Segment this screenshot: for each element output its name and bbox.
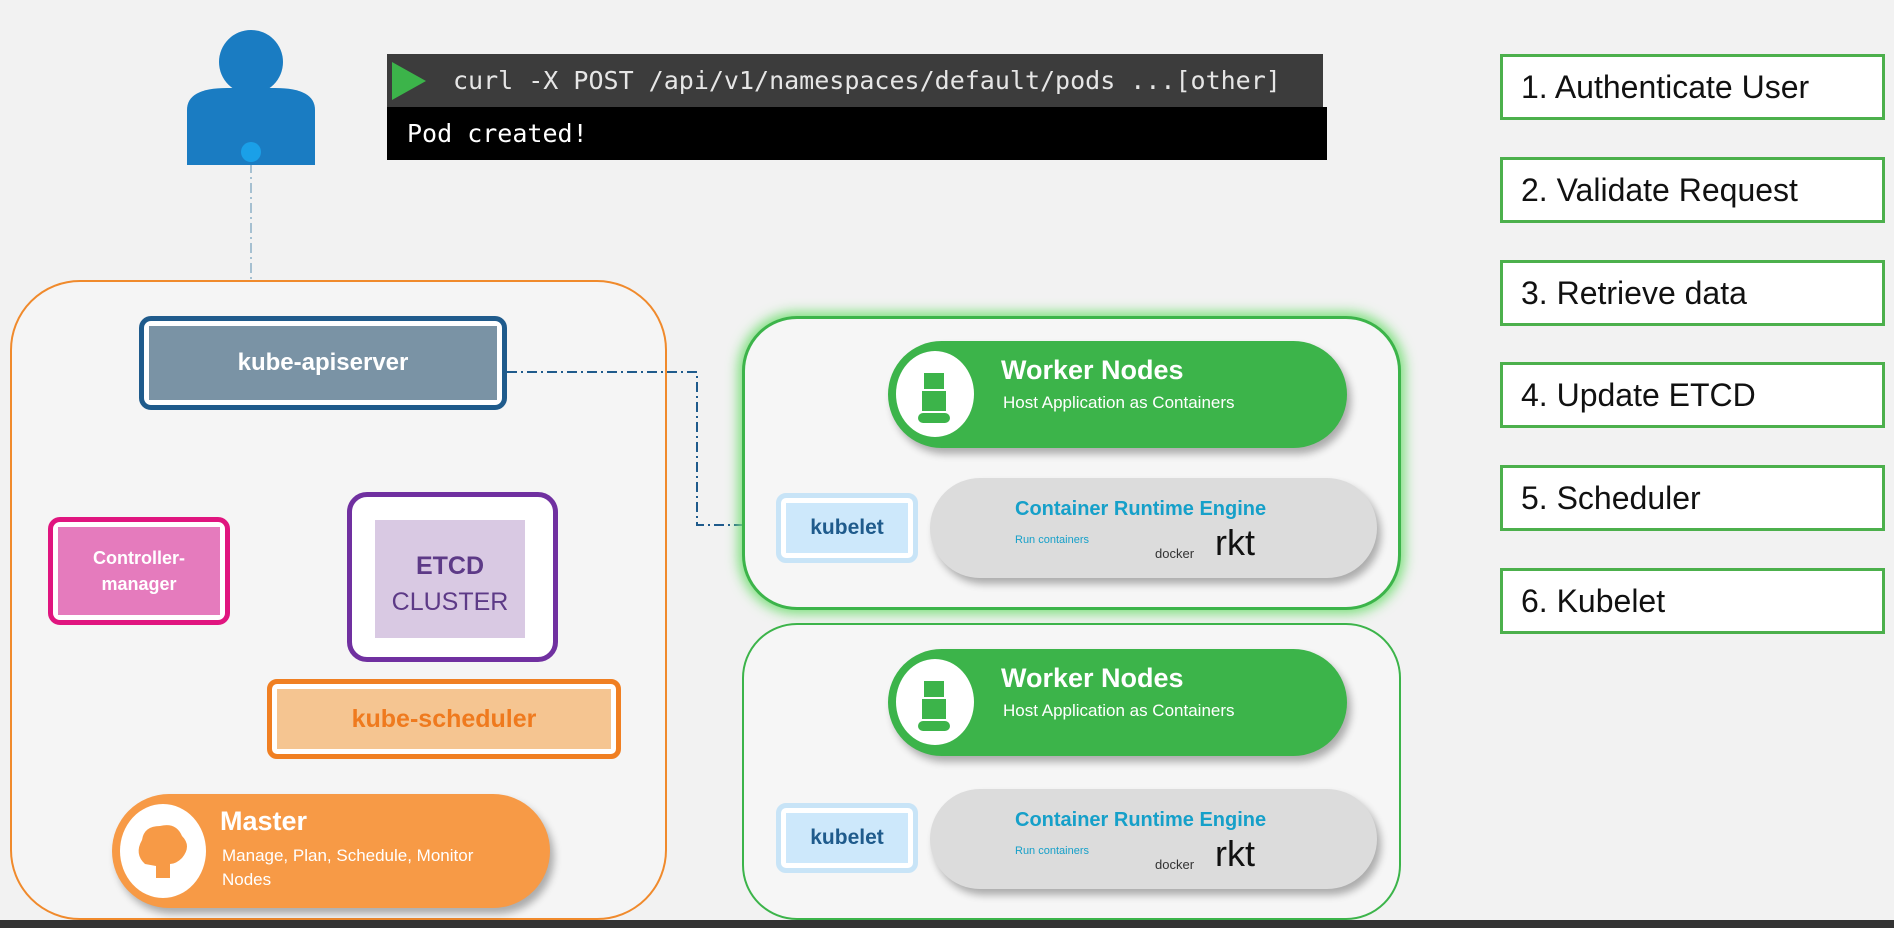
cre-title: Container Runtime Engine [1015, 809, 1267, 831]
controller-manager-label: Controller-manager [58, 527, 220, 615]
kube-apiserver-label: kube-apiserver [149, 326, 497, 400]
rkt-logo: rkt [1215, 522, 1255, 563]
kubelet-label: kubelet [786, 503, 908, 553]
kubelet-label: kubelet [786, 813, 908, 863]
master-subtitle: Manage, Plan, Schedule, Monitor Nodes [222, 846, 474, 889]
worker-title: Worker Nodes [1001, 663, 1184, 693]
cluster-label: CLUSTER [391, 588, 509, 616]
controller-manager: Controller-manager [48, 517, 230, 625]
cre-title: Container Runtime Engine [1015, 498, 1267, 520]
worker-subtitle: Host Application as Containers [1003, 701, 1235, 720]
kube-scheduler: kube-scheduler [267, 679, 621, 759]
container-runtime-engine-1: Container Runtime Engine Run containers … [930, 478, 1377, 578]
worker-nodes-pill-2: Worker Nodes Host Application as Contain… [888, 649, 1347, 756]
worker-subtitle: Host Application as Containers [1003, 393, 1235, 412]
bottom-bar [0, 920, 1894, 928]
step-1: 1. Authenticate User [1500, 54, 1885, 120]
play-icon [392, 62, 426, 100]
robot-icon [896, 351, 974, 437]
robot-icon [896, 659, 974, 745]
terminal-output: Pod created! [387, 107, 1327, 160]
container-runtime-engine-2: Container Runtime Engine Run containers … [930, 789, 1377, 889]
brain-icon [120, 804, 206, 898]
worker-nodes-pill-1: Worker Nodes Host Application as Contain… [888, 341, 1347, 448]
etcd-cluster: ETCD CLUSTER [347, 492, 558, 662]
kube-apiserver: kube-apiserver [139, 316, 507, 410]
kubelet-1: kubelet [776, 493, 918, 563]
master-title: Master [220, 806, 308, 836]
docker-logo: docker [1155, 857, 1195, 872]
step-2: 2. Validate Request [1500, 157, 1885, 223]
step-4: 4. Update ETCD [1500, 362, 1885, 428]
master-pill: Master Manage, Plan, Schedule, Monitor N… [112, 794, 550, 908]
step-3: 3. Retrieve data [1500, 260, 1885, 326]
worker-title: Worker Nodes [1001, 355, 1184, 385]
step-6: 6. Kubelet [1500, 568, 1885, 634]
rkt-logo: rkt [1215, 833, 1255, 874]
kube-scheduler-label: kube-scheduler [277, 689, 611, 749]
etcd-label: ETCD [415, 552, 485, 580]
user-icon [187, 30, 315, 165]
docker-logo: docker [1155, 546, 1195, 561]
kubelet-2: kubelet [776, 803, 918, 873]
cre-subtitle: Run containers [1015, 534, 1089, 546]
step-5: 5. Scheduler [1500, 465, 1885, 531]
cre-subtitle: Run containers [1015, 845, 1089, 857]
terminal-command: curl -X POST /api/v1/namespaces/default/… [387, 54, 1323, 108]
